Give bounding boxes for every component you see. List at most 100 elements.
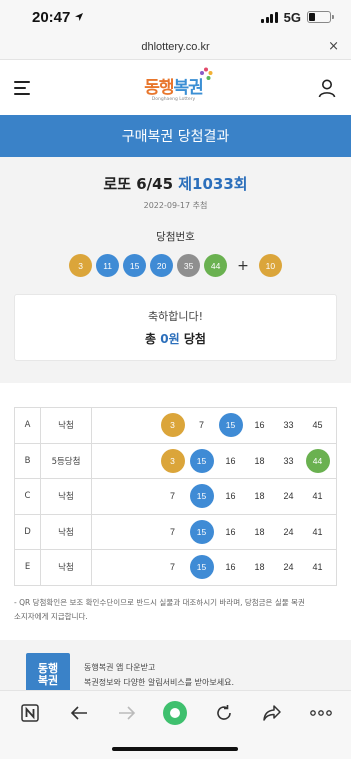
ticket-number: 16 [225, 491, 236, 502]
ticket-number: 24 [283, 562, 294, 573]
winning-numbers-label: 당첨번호 [156, 231, 195, 243]
ticket-row: D 낙첨 7 15 16 18 24 41 [14, 513, 337, 550]
draw-round: 제1033회 [178, 175, 248, 193]
share-arrow-icon [263, 704, 282, 721]
ticket-game-label: E [14, 549, 41, 586]
refresh-icon [217, 704, 231, 720]
matched-ball: 15 [189, 519, 214, 544]
logo-burst-icon [199, 67, 213, 80]
home-indicator[interactable] [112, 747, 238, 751]
ticket-result: 낙첨 [40, 549, 92, 586]
matched-number: 15 [216, 413, 245, 438]
bonus-ball: 10 [258, 254, 282, 277]
location-arrow-icon [75, 13, 84, 21]
back-button[interactable] [64, 698, 94, 728]
ticket-table: A 낙첨 3 7 15 16 33 45 B 5등당첨 3 15 16 18 33 44 C 낙첨 7 15 16 18 2… [14, 407, 337, 586]
site-logo[interactable]: 동행복권 Donghaeng Lottery [144, 67, 213, 102]
ticket-row: B 5등당첨 3 15 16 18 33 44 [14, 442, 337, 479]
ticket-game-label: C [14, 478, 41, 515]
status-icons: 5G [261, 9, 334, 25]
ticket-number: 7 [169, 491, 175, 502]
clock-time: 20:47 [32, 8, 71, 26]
user-icon[interactable] [317, 78, 337, 98]
matched-number: 3 [158, 413, 187, 438]
ticket-game-label: A [14, 407, 41, 444]
matched-ball: 3 [160, 413, 185, 438]
ticket-number: 24 [283, 526, 294, 537]
winning-ball: 3 [69, 254, 93, 277]
matched-ball: 15 [189, 555, 214, 580]
matched-number: 15 [187, 555, 216, 580]
matched-ball: 15 [218, 413, 243, 438]
ticket-numbers: 7 15 16 18 24 41 [91, 478, 337, 515]
ticket-number: 18 [254, 562, 265, 573]
ticket-result: 낙첨 [40, 407, 92, 444]
ticket-number: 33 [283, 420, 294, 431]
ticket-number: 16 [254, 420, 265, 431]
ticket-number: 18 [254, 491, 265, 502]
matched-number: 15 [187, 519, 216, 544]
ticket-game-label: B [14, 442, 41, 479]
ticket-row: C 낙첨 7 15 16 18 24 41 [14, 478, 337, 515]
bonus-plus: + [237, 257, 249, 274]
share-button[interactable] [257, 698, 287, 728]
ticket-number: 18 [254, 455, 265, 466]
ticket-numbers: 3 15 16 18 33 44 [91, 442, 337, 479]
title-banner: 구매복권 당첨결과 [0, 115, 351, 157]
winning-ball: 44 [204, 254, 228, 277]
ticket-number: 41 [312, 562, 323, 573]
matched-number: 44 [303, 448, 332, 473]
ticket-number: 41 [312, 491, 323, 502]
close-icon[interactable]: × [328, 39, 339, 54]
matched-ball: 15 [189, 484, 214, 509]
ticket-number: 7 [198, 420, 204, 431]
ticket-number: 41 [312, 526, 323, 537]
arrow-left-icon [70, 705, 87, 720]
ticket-row: A 낙첨 3 7 15 16 33 45 [14, 407, 337, 444]
url-text[interactable]: dhlottery.co.kr [141, 41, 209, 53]
congrats-box: 축하합니다! 총 0원 당첨 [14, 294, 337, 361]
battery-icon [307, 11, 334, 23]
matched-ball: 44 [305, 448, 330, 473]
ticket-number: 16 [225, 455, 236, 466]
matched-ball: 3 [160, 448, 185, 473]
ticket-row: E 낙첨 7 15 16 18 24 41 [14, 549, 337, 586]
ticket-number: 16 [225, 562, 236, 573]
ticket-number: 33 [283, 455, 294, 466]
qr-notice: - QR 당첨확인은 보조 확인수단이므로 반드시 실물과 대조하시기 바라며,… [14, 597, 305, 621]
promo-text: 동행복권 앱 다운받고 복권정보와 다양한 알림서비스를 받아보세요. [84, 662, 235, 687]
prize-amount: 0원 [160, 332, 180, 346]
green-dot-button[interactable] [160, 698, 190, 728]
ticket-game-label: D [14, 513, 41, 550]
site-header: 동행복권 Donghaeng Lottery [0, 60, 351, 115]
naver-home-button[interactable] [15, 698, 45, 728]
ticket-numbers: 7 15 16 18 24 41 [91, 549, 337, 586]
ticket-section: A 낙첨 3 7 15 16 33 45 B 5등당첨 3 15 16 18 33 44 C 낙첨 7 15 16 18 2… [0, 383, 351, 586]
ticket-number: 24 [283, 491, 294, 502]
winning-ball: 11 [96, 254, 120, 277]
ticket-number: 16 [225, 526, 236, 537]
naver-n-icon [21, 703, 39, 722]
green-dot-icon [163, 700, 188, 725]
matched-ball: 15 [189, 448, 214, 473]
refresh-button[interactable] [209, 698, 239, 728]
network-type: 5G [283, 9, 301, 25]
winning-ball: 20 [150, 254, 174, 277]
draw-date: 2022-09-17 추첨 [143, 201, 208, 210]
page-title: 구매복권 당첨결과 [121, 129, 230, 145]
more-dots-icon [309, 709, 332, 716]
ticket-number: 45 [312, 420, 323, 431]
forward-button[interactable] [112, 698, 142, 728]
home-bar-area [0, 734, 351, 759]
ticket-result: 5등당첨 [40, 442, 92, 479]
ticket-result: 낙첨 [40, 513, 92, 550]
ticket-number: 18 [254, 526, 265, 537]
matched-number: 15 [187, 448, 216, 473]
browser-url-bar[interactable]: dhlottery.co.kr × [0, 34, 351, 60]
winning-ball: 15 [123, 254, 147, 277]
signal-icon [261, 11, 278, 23]
logo-wordmark: 동행복권 [144, 67, 213, 98]
more-button[interactable] [306, 698, 336, 728]
menu-icon[interactable] [14, 80, 30, 95]
winning-numbers: 3 11 15 20 35 44 + 10 [14, 254, 337, 277]
